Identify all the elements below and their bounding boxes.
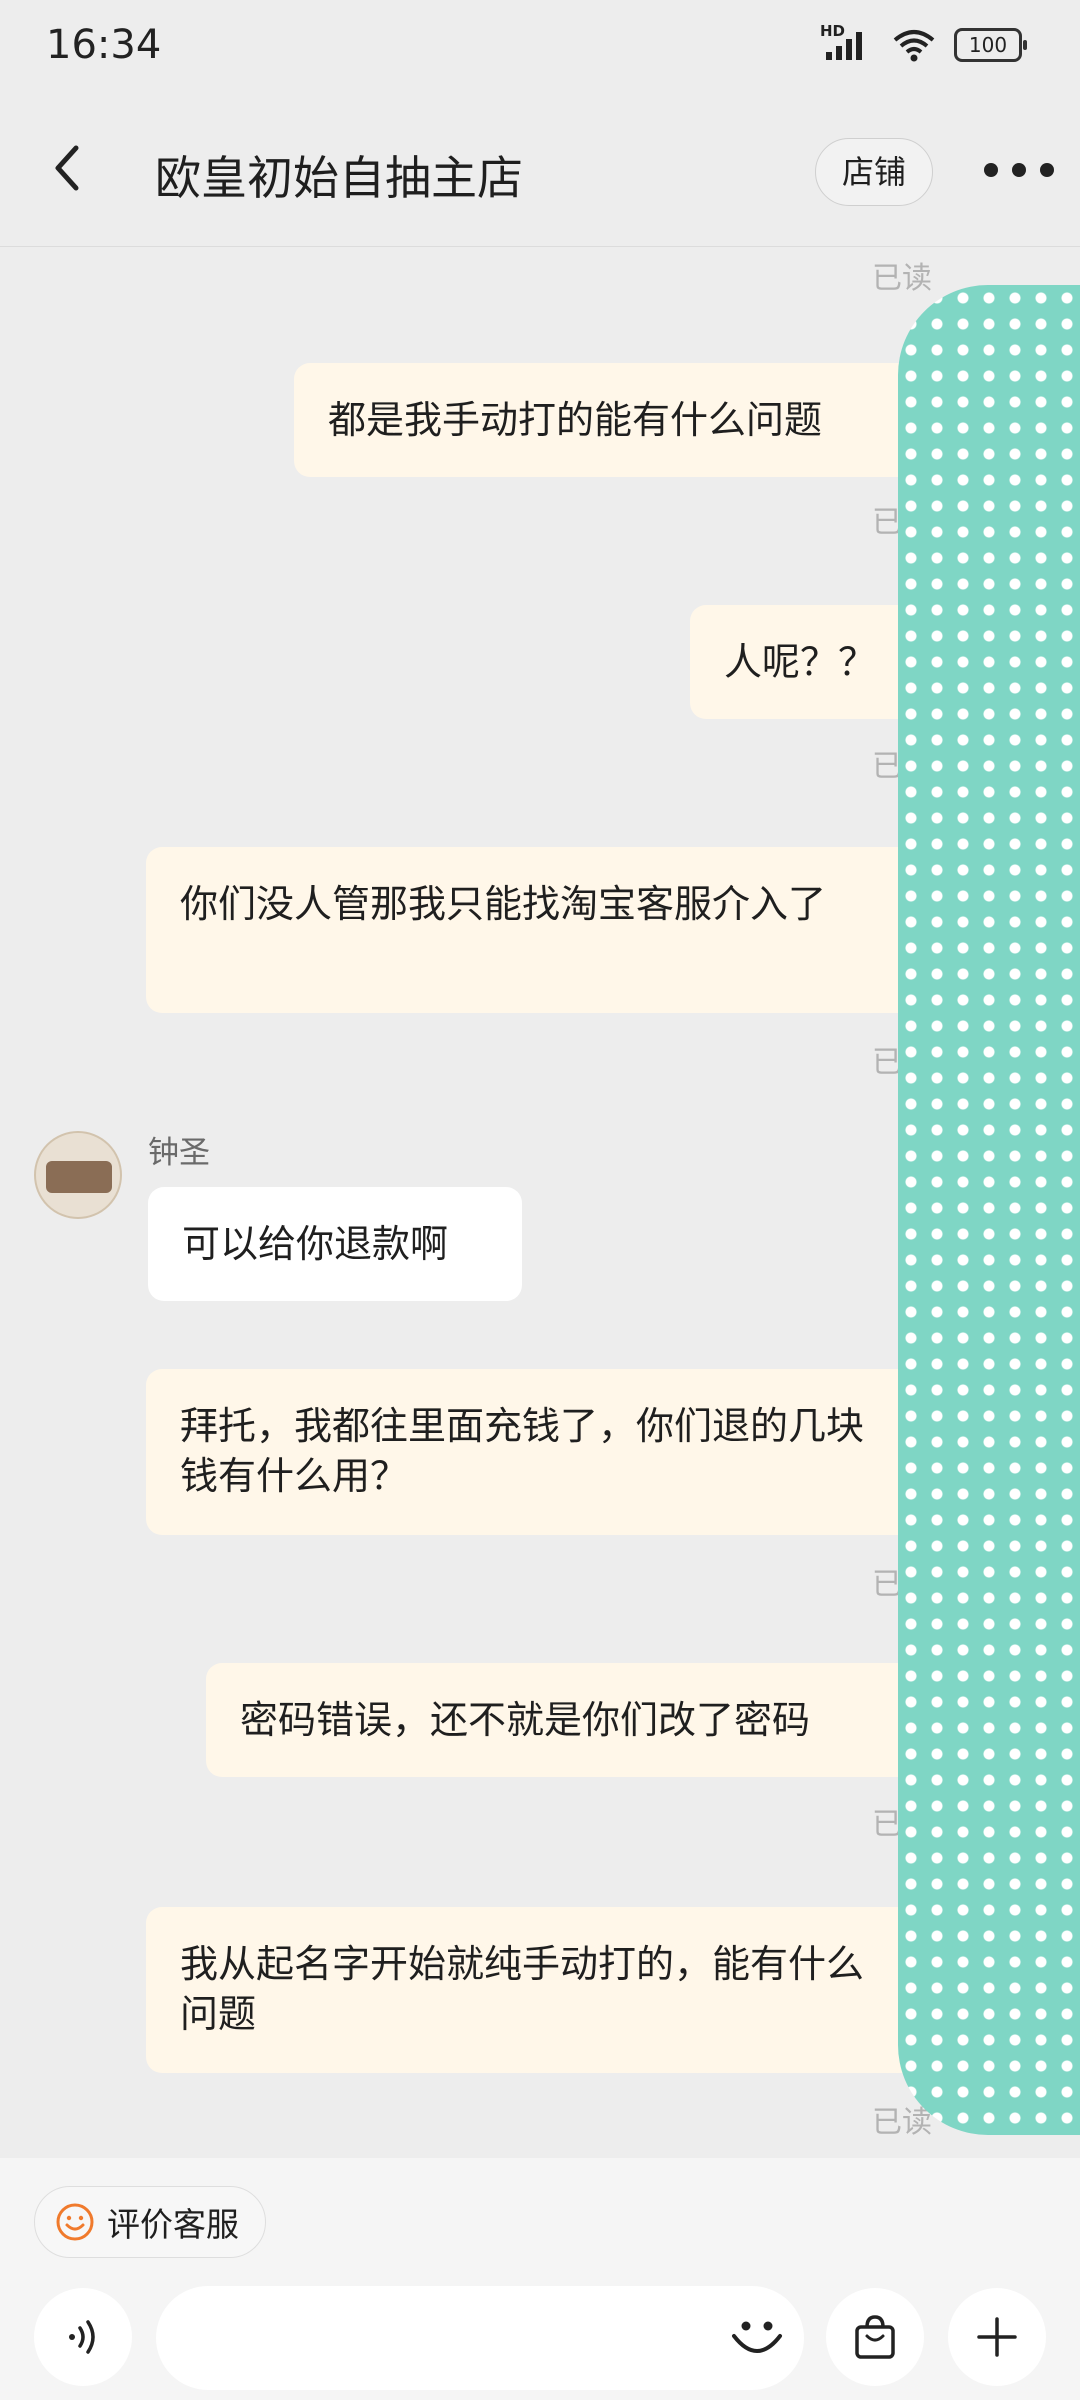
network-label: HD [820,22,846,40]
voice-icon [69,2320,95,2354]
more-icon[interactable] [984,148,1054,192]
status-bar: 16:34 HD 100 [0,0,1080,96]
status-icons: HD 100 [820,22,1027,62]
voice-button[interactable] [34,2288,132,2386]
back-icon[interactable] [40,138,100,198]
message-text: 可以给你退款啊 [182,1222,449,1266]
more-actions-button[interactable] [948,2288,1046,2386]
input-toolbar [0,2276,1080,2396]
message-text: 密码错误，还不就是你们改了密码 [240,1698,811,1742]
smile-icon [56,2203,94,2241]
signal-icon: HD [820,22,874,62]
message-input[interactable] [156,2286,804,2390]
chat-title: 欧皇初始自抽主店 [155,151,523,205]
shop-button[interactable]: 店铺 [815,138,933,206]
message-bubble-me[interactable]: 都是我手动打的能有什么问题 [294,363,934,477]
input-panel: 评价客服 [0,2158,1080,2400]
rate-service-label: 评价客服 [107,2205,239,2244]
message-text: 人呢？？ [724,640,877,684]
message-bubble-me[interactable]: 密码错误，还不就是你们改了密码 [206,1663,934,1777]
message-text: 拜托，我都往里面充钱了，你们退的几块钱有什么用？ [180,1404,865,1498]
status-time: 16:34 [46,22,162,68]
message-bubble-me[interactable]: 拜托，我都往里面充钱了，你们退的几块钱有什么用？ [146,1369,934,1535]
sender-name: 钟圣 [148,1135,210,1171]
battery-indicator: 100 [954,28,1027,62]
plus-icon [977,2317,1017,2357]
message-bubble-them[interactable]: 可以给你退款啊 [148,1187,522,1301]
message-bubble-me[interactable]: 我从起名字开始就纯手动打的，能有什么问题 [146,1907,934,2073]
shopping-bag-button[interactable] [826,2288,924,2386]
read-receipt: 已读 [872,261,932,296]
message-text: 我从起名字开始就纯手动打的，能有什么问题 [180,1942,865,2036]
emoji-icon[interactable] [724,2304,790,2370]
message-text: 都是我手动打的能有什么问题 [328,398,823,442]
chat-header: 欧皇初始自抽主店 店铺 [0,96,1080,247]
avatar[interactable] [34,1131,122,1219]
wifi-icon [893,30,935,62]
rate-service-button[interactable]: 评价客服 [34,2186,266,2258]
message-text: 你们没人管那我只能找淘宝客服介入了 [180,882,827,926]
polka-dot-overlay [898,285,1080,2135]
bag-icon [855,2315,895,2359]
message-bubble-me[interactable]: 你们没人管那我只能找淘宝客服介入了 [146,847,934,1013]
